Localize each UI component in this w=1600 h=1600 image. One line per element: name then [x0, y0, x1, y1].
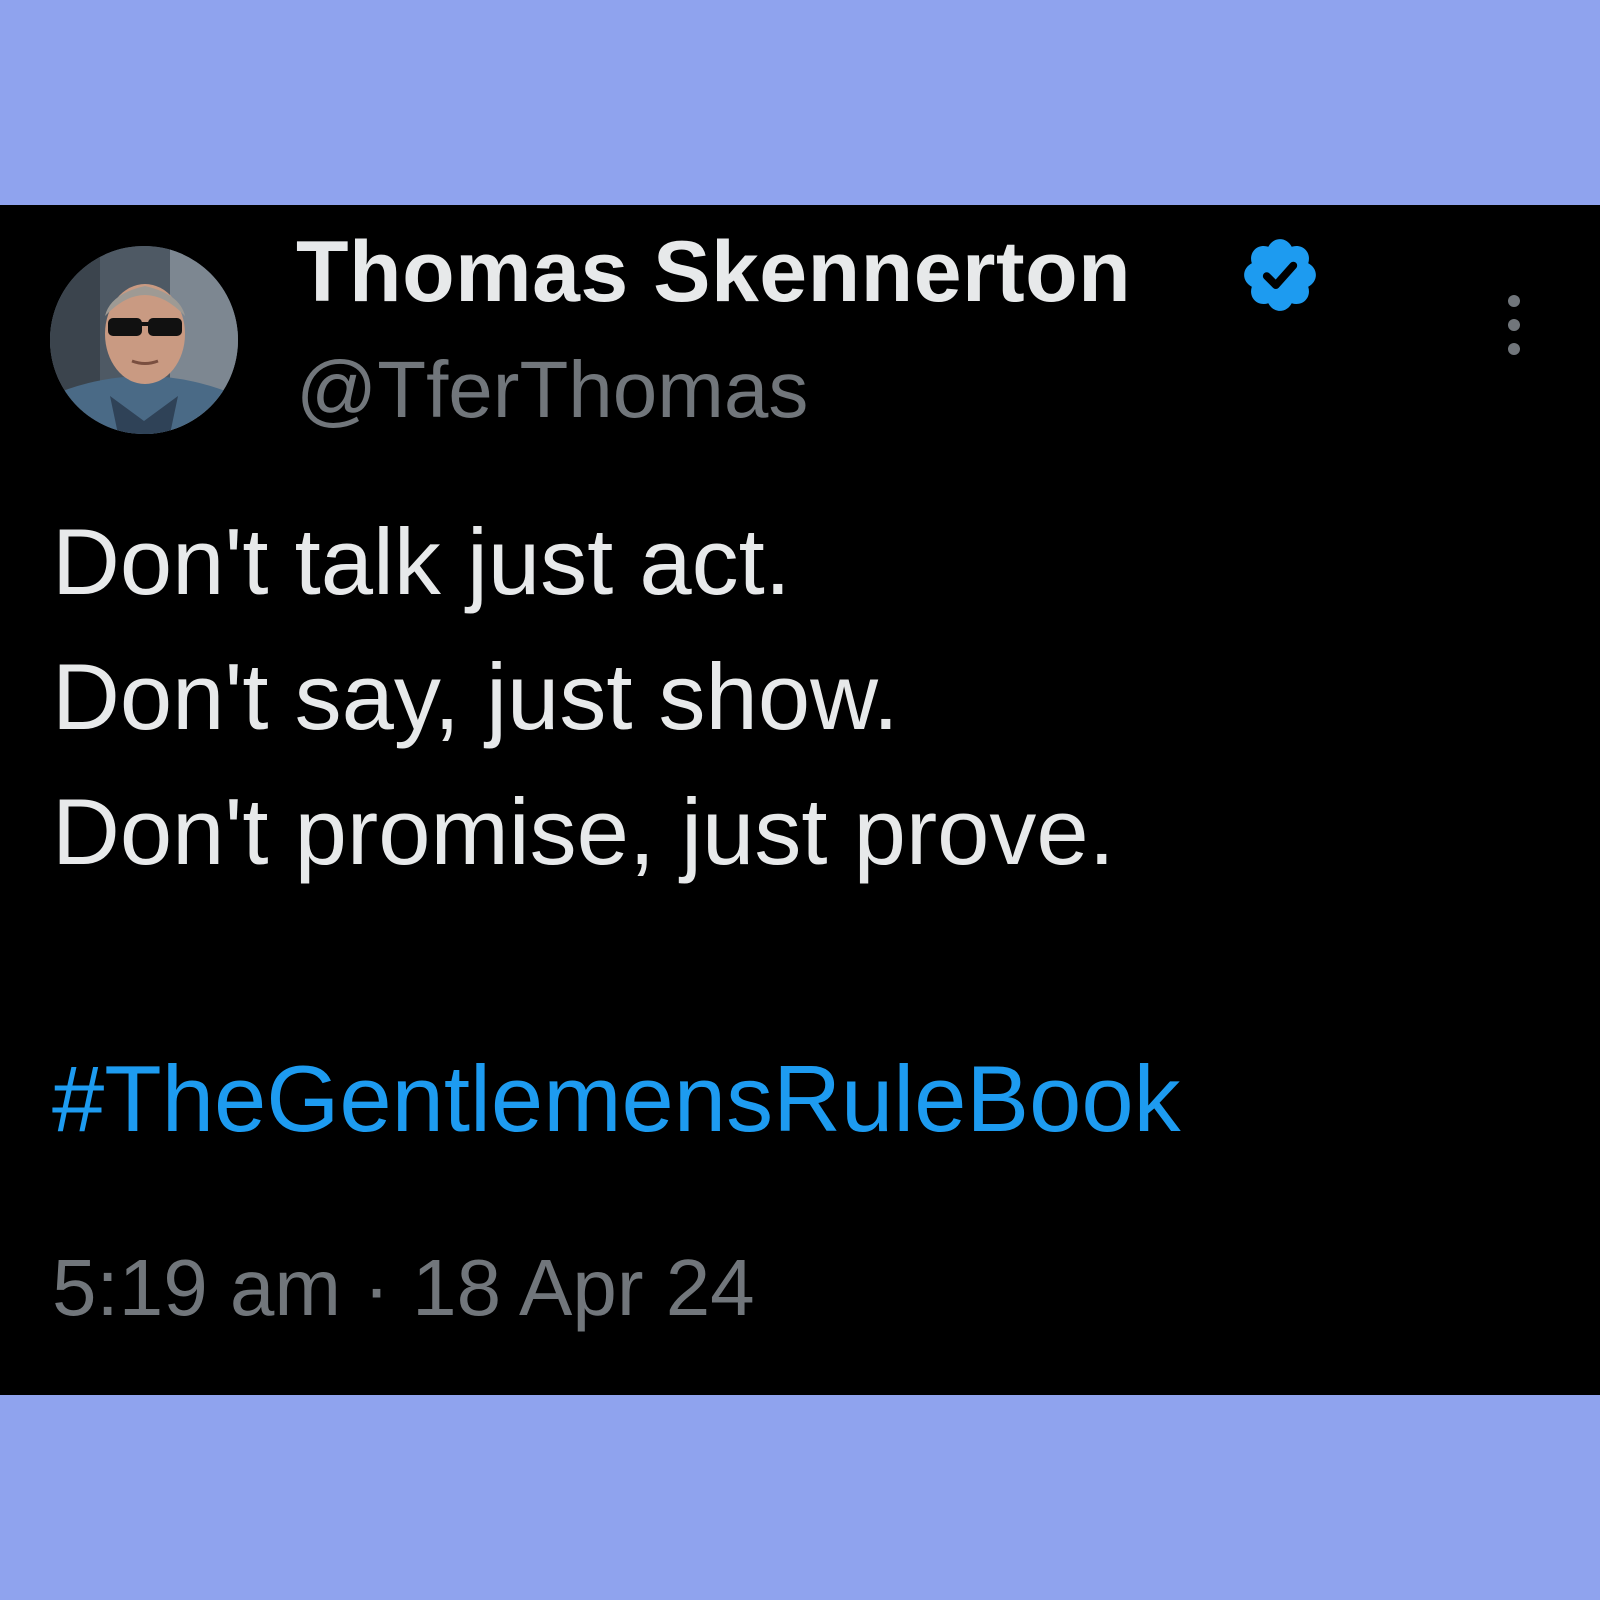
tweet-date: 18 Apr 24: [412, 1243, 755, 1332]
display-name[interactable]: Thomas Skennerton: [296, 223, 1131, 322]
avatar-photo: [50, 246, 238, 434]
user-handle[interactable]: @TferThomas: [296, 344, 808, 436]
more-vertical-icon[interactable]: [1484, 285, 1544, 365]
tweet-text-line: Don't promise, just prove.: [52, 779, 1115, 884]
tweet-text-line: Don't say, just show.: [52, 644, 899, 749]
verified-badge-icon: [1238, 233, 1322, 317]
tweet-text-line: Don't talk just act.: [52, 509, 791, 614]
tweet-card: Thomas Skennerton @TferThomas Don't talk…: [0, 205, 1600, 1395]
tweet-time: 5:19 am: [52, 1243, 342, 1332]
tweet-timestamp[interactable]: 5:19 am · 18 Apr 24: [52, 1242, 755, 1334]
hashtag-link[interactable]: #TheGentlemensRuleBook: [52, 1047, 1181, 1151]
meta-separator: ·: [363, 1243, 390, 1332]
avatar[interactable]: [50, 246, 238, 434]
